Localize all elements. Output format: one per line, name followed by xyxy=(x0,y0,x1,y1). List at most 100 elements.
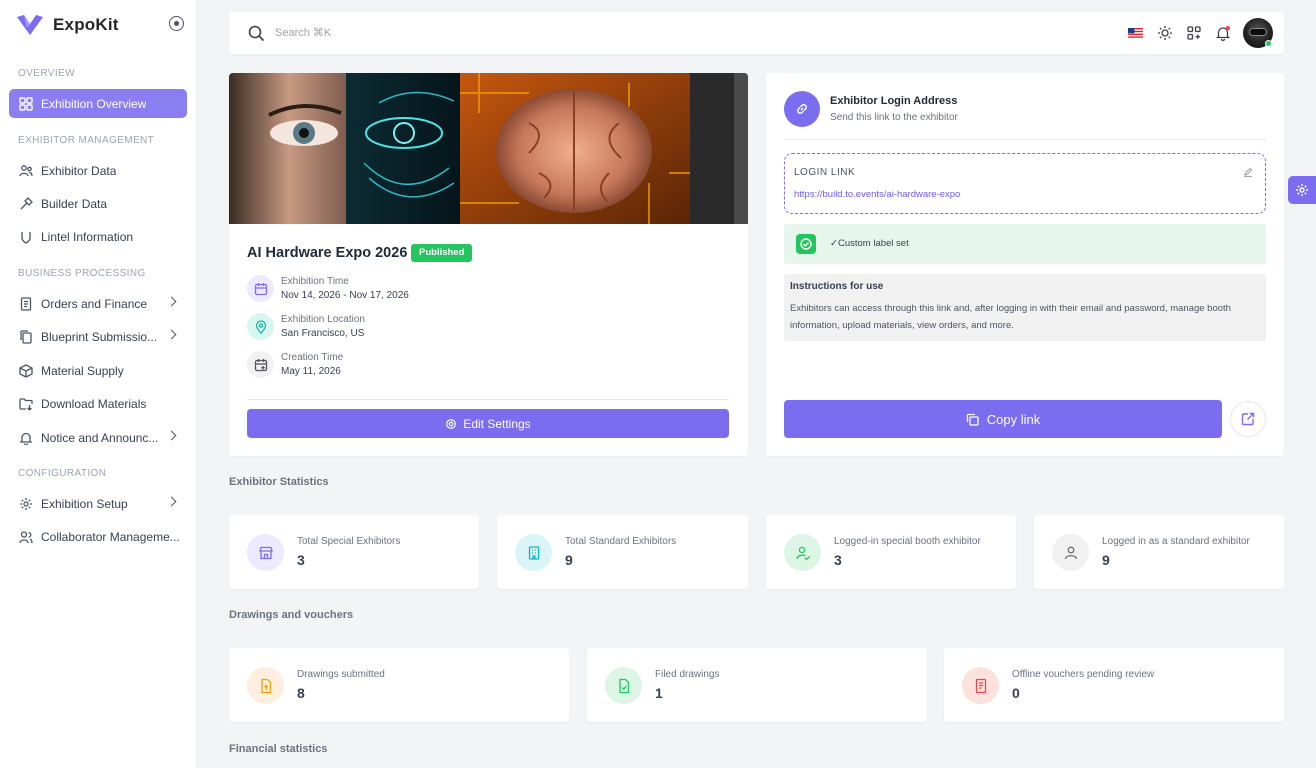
file-check-icon xyxy=(605,667,642,704)
stat-label: Logged in as a standard exhibitor xyxy=(1102,536,1250,547)
status-badge: Published xyxy=(411,244,473,262)
event-card: AI Hardware Expo 2026 Published Exhibiti… xyxy=(229,73,748,456)
building-icon xyxy=(515,534,552,571)
dashboard-icon xyxy=(19,96,33,111)
custom-label-text: ✓Custom label set xyxy=(830,238,909,249)
copy-icon xyxy=(20,329,32,344)
section-title-drawings-vouchers: Drawings and vouchers xyxy=(229,609,354,621)
user-icon xyxy=(1052,534,1089,571)
exhibition-location: Exhibition Location San Francisco, US xyxy=(247,313,365,340)
sidebar-item-exhibition-setup[interactable]: Exhibition Setup xyxy=(9,489,187,518)
sidebar-item-download-materials[interactable]: Download Materials xyxy=(9,389,187,418)
sidebar-item-label: Notice and Announc... xyxy=(41,430,159,445)
stat-card: Filed drawings 1 xyxy=(587,648,927,722)
stat-value: 3 xyxy=(834,552,842,568)
us-flag-icon[interactable] xyxy=(1128,28,1143,38)
chevron-right-icon xyxy=(166,296,177,307)
sidebar-item-label: Exhibitor Data xyxy=(41,163,117,178)
edit-settings-label: Edit Settings xyxy=(463,416,531,431)
sidebar-item-blueprint-submission[interactable]: Blueprint Submissio... xyxy=(9,322,187,351)
instructions-box: Instructions for use Exhibitors can acce… xyxy=(784,274,1266,341)
stat-value: 0 xyxy=(1012,685,1020,701)
sidebar-item-orders-finance[interactable]: Orders and Finance xyxy=(9,289,187,318)
login-title: Exhibitor Login Address xyxy=(830,95,958,107)
instructions-body: Exhibitors can access through this link … xyxy=(790,303,1231,331)
stat-label: Logged-in special booth exhibitor xyxy=(834,536,981,547)
chevron-right-icon xyxy=(166,329,177,340)
hammer-icon xyxy=(20,196,33,209)
link-icon xyxy=(784,91,820,127)
search-icon[interactable] xyxy=(248,25,265,42)
login-address-card: Exhibitor Login Address Send this link t… xyxy=(766,73,1284,456)
shield-icon xyxy=(21,231,31,244)
exhibition-time: Exhibition Time Nov 14, 2026 - Nov 17, 2… xyxy=(247,275,409,302)
calendar-add-icon xyxy=(247,351,274,378)
divider xyxy=(784,139,1266,140)
stat-value: 1 xyxy=(655,685,663,701)
chevron-right-icon xyxy=(166,430,177,441)
open-external-button[interactable] xyxy=(1230,401,1266,437)
user-check-icon xyxy=(784,534,821,571)
sidebar-item-exhibitor-data[interactable]: Exhibitor Data xyxy=(9,156,187,185)
brand-name: ExpoKit xyxy=(53,15,119,34)
voucher-icon xyxy=(962,667,999,704)
gear-icon xyxy=(446,418,457,429)
users-icon xyxy=(19,164,33,176)
copy-link-label: Copy link xyxy=(986,411,1041,427)
stat-value: 3 xyxy=(297,552,305,568)
bell-icon xyxy=(19,432,33,445)
exhibition-time-label: Exhibition Time xyxy=(281,276,349,287)
login-link[interactable]: https://build.to.events/ai-hardware-expo xyxy=(794,189,960,200)
sidebar-item-material-supply[interactable]: Material Supply xyxy=(9,356,187,385)
online-status-dot xyxy=(1265,40,1272,47)
stat-label: Total Standard Exhibitors xyxy=(565,536,677,547)
sidebar: ExpoKit OVERVIEW Exhibition Overview EXH… xyxy=(0,0,197,768)
check-circle-icon xyxy=(796,234,816,254)
store-icon xyxy=(247,534,284,571)
top-bar xyxy=(229,12,1284,54)
sidebar-item-label: Blueprint Submissio... xyxy=(41,329,158,344)
sidebar-collapse-icon[interactable] xyxy=(169,16,184,31)
edit-icon[interactable] xyxy=(1243,167,1253,177)
sidebar-item-collaborator-management[interactable]: Collaborator Manageme... xyxy=(9,522,187,551)
nav-section-exhibitor-management: EXHIBITOR MANAGEMENT xyxy=(18,135,155,146)
sidebar-item-label: Orders and Finance xyxy=(41,296,148,311)
sidebar-item-notice-announcements[interactable]: Notice and Announc... xyxy=(9,423,187,452)
sidebar-item-label: Exhibition Overview xyxy=(41,96,147,111)
notification-bell-icon[interactable] xyxy=(1215,25,1231,41)
stat-value: 9 xyxy=(565,552,573,568)
custom-label-notice: ✓Custom label set xyxy=(784,224,1266,264)
brand-logo-icon xyxy=(17,15,43,35)
login-link-box: LOGIN LINK https://build.to.events/ai-ha… xyxy=(784,153,1266,214)
sidebar-item-exhibition-overview[interactable]: Exhibition Overview xyxy=(9,89,187,118)
stat-card: Total Standard Exhibitors 9 xyxy=(497,515,748,589)
sidebar-item-label: Builder Data xyxy=(41,196,108,211)
copy-icon xyxy=(966,413,979,426)
divider xyxy=(247,399,729,400)
stat-label: Drawings submitted xyxy=(297,669,385,680)
sidebar-item-label: Lintel Information xyxy=(41,229,134,244)
creation-time-value: May 11, 2026 xyxy=(281,366,341,377)
event-title: AI Hardware Expo 2026 xyxy=(247,245,408,261)
apps-grid-icon[interactable] xyxy=(1186,25,1202,41)
login-subtitle: Send this link to the exhibitor xyxy=(830,112,958,123)
brand[interactable]: ExpoKit xyxy=(16,12,119,38)
sidebar-item-label: Collaborator Manageme... xyxy=(41,529,179,544)
gear-icon xyxy=(20,497,32,510)
sidebar-item-lintel-information[interactable]: Lintel Information xyxy=(9,222,187,251)
search-input[interactable] xyxy=(275,23,675,43)
external-link-icon xyxy=(1241,412,1255,426)
event-banner-image xyxy=(229,73,748,224)
exhibition-location-value: San Francisco, US xyxy=(281,328,365,339)
sun-icon[interactable] xyxy=(1157,25,1173,41)
sidebar-item-builder-data[interactable]: Builder Data xyxy=(9,189,187,218)
stat-card: Logged in as a standard exhibitor 9 xyxy=(1034,515,1284,589)
edit-settings-button[interactable]: Edit Settings xyxy=(247,409,729,438)
nav-section-configuration: CONFIGURATION xyxy=(18,468,107,479)
copy-link-button[interactable]: Copy link xyxy=(784,400,1222,438)
stat-label: Filed drawings xyxy=(655,669,720,680)
stat-card: Drawings submitted 8 xyxy=(229,648,569,722)
floating-settings-button[interactable] xyxy=(1288,176,1316,204)
stat-card: Total Special Exhibitors 3 xyxy=(229,515,479,589)
creation-time-label: Creation Time xyxy=(281,352,344,363)
